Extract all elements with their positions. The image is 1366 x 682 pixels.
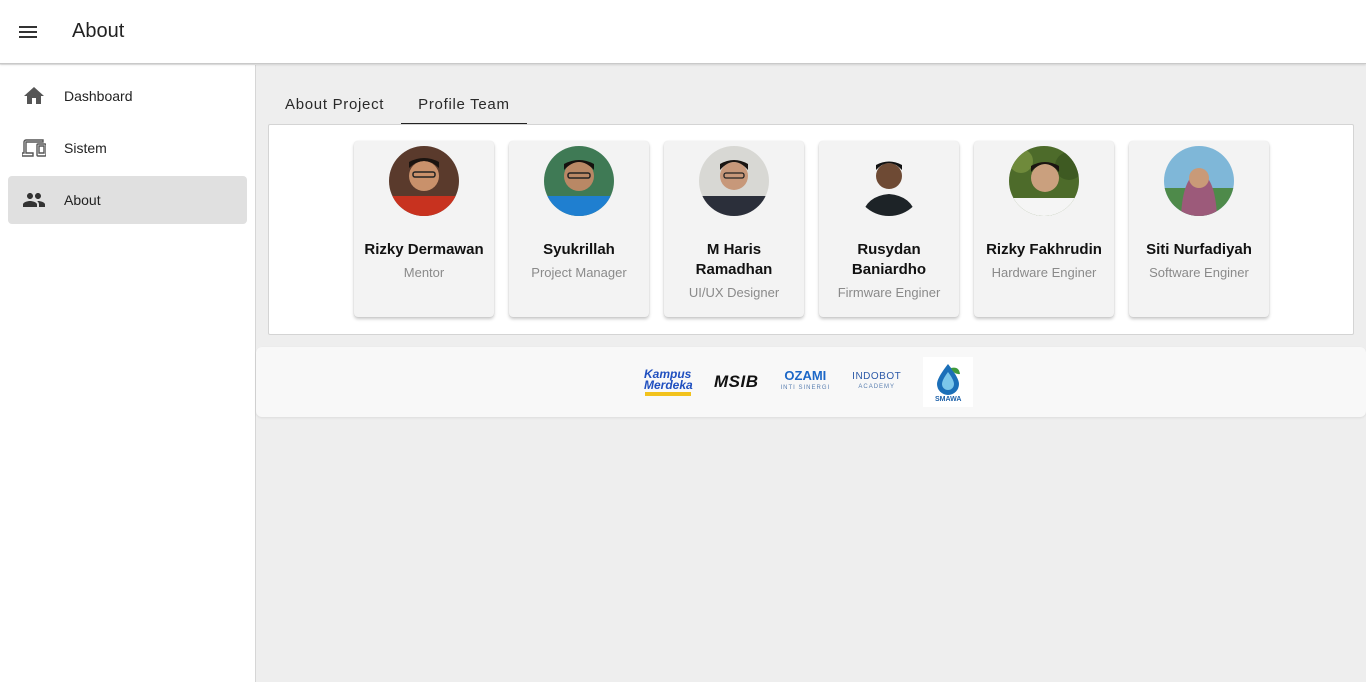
member-name: Syukrillah [543,241,615,258]
member-role: Mentor [403,265,445,280]
kampus-merdeka-logo: Kampus Merdeka [644,368,693,396]
msib-logo: MSIB [714,372,759,391]
menu-button[interactable] [0,0,56,64]
sidebar-item-sistem[interactable]: Sistem [8,124,247,172]
sidebar-item-dashboard[interactable]: Dashboard [8,72,247,120]
sidebar-item-about[interactable]: About [8,176,247,224]
smawa-logo: SMAWA [923,357,974,407]
avatar [854,146,924,216]
tab-about-project[interactable]: About Project [268,83,401,125]
member-name: Rusydan Baniardho [851,241,927,278]
team-card: Rizky Fakhrudin Hardware Enginer [974,141,1114,317]
member-name: Siti Nurfadiyah [1146,241,1252,258]
avatar [699,146,769,216]
avatar [1164,146,1234,216]
team-card: Siti Nurfadiyah Software Enginer [1129,141,1269,317]
main-content: About Project Profile Team Rizky Dermawa… [256,65,1366,682]
team-card: M Haris Ramadhan UI/UX Designer [664,141,804,317]
tab-bar: About Project Profile Team [268,83,527,125]
team-card-list: Rizky Dermawan Mentor Syukrillah Project… [354,141,1269,317]
water-drop-icon [937,363,961,395]
member-role: Firmware Enginer [837,285,941,300]
team-card: Rusydan Baniardho Firmware Enginer [819,141,959,317]
ozami-logo: OZAMI INTI SINERGI [780,368,831,391]
partner-logos: Kampus Merdeka MSIB OZAMI INTI SINERGI I… [644,357,974,407]
member-name: M Haris Ramadhan [695,241,773,278]
member-name: Rizky Dermawan [364,241,484,258]
member-role: Hardware Enginer [991,265,1097,280]
tab-profile-team[interactable]: Profile Team [401,83,527,125]
devices-icon [22,136,46,160]
indobot-logo: INDOBOT ACADEMY [852,371,902,391]
team-panel: Rizky Dermawan Mentor Syukrillah Project… [268,124,1354,335]
avatar [544,146,614,216]
home-icon [22,84,46,108]
avatar [1009,146,1079,216]
sidebar: Dashboard Sistem About [0,65,256,682]
avatar [389,146,459,216]
sidebar-item-label: Sistem [64,140,107,156]
member-role: Project Manager [531,265,627,280]
page-title: About [72,20,125,42]
member-role: Software Enginer [1149,265,1249,280]
member-role: UI/UX Designer [688,285,780,300]
app-bar: About [0,0,1366,64]
team-card: Rizky Dermawan Mentor [354,141,494,317]
sidebar-item-label: About [64,192,101,208]
hamburger-menu-icon [19,25,37,38]
people-icon [22,188,46,212]
sidebar-item-label: Dashboard [64,88,133,104]
team-card: Syukrillah Project Manager [509,141,649,317]
footer: Kampus Merdeka MSIB OZAMI INTI SINERGI I… [256,347,1366,417]
member-name: Rizky Fakhrudin [986,241,1102,258]
